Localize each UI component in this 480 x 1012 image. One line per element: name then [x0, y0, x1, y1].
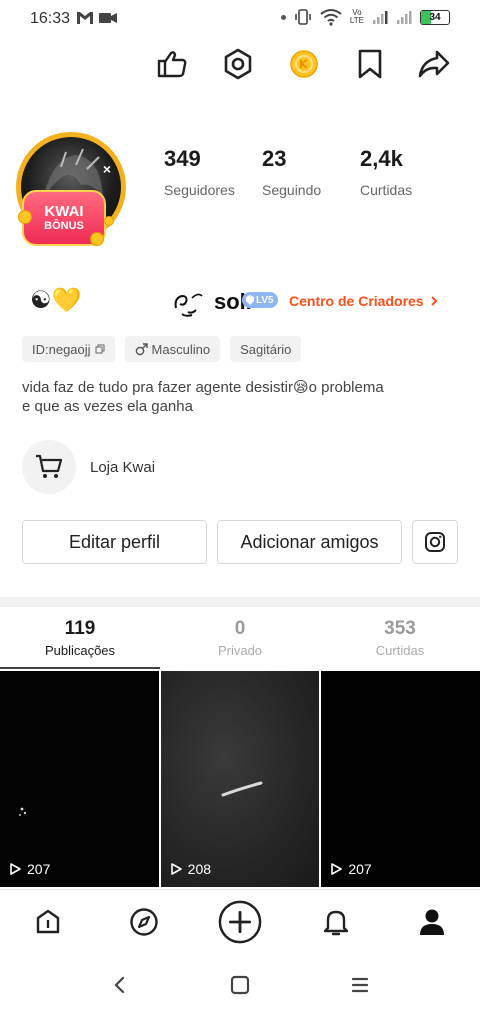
view-count: 207 [329, 861, 372, 877]
thumbnail-content [221, 781, 263, 797]
video-grid: 207 208 207 [0, 671, 480, 887]
profile-bio: vida faz de tudo pra fazer agente desist… [22, 379, 384, 415]
creators-center-link[interactable]: Centro de Criadores [289, 293, 438, 309]
settings-hexagon-icon[interactable] [220, 46, 256, 82]
play-icon [10, 863, 21, 875]
instagram-icon [425, 532, 445, 552]
menu-icon[interactable] [344, 969, 376, 1001]
shop-label: Loja Kwai [90, 458, 156, 476]
vibrate-icon [295, 9, 311, 25]
play-icon [331, 863, 343, 875]
thumbs-up-icon[interactable] [154, 46, 190, 82]
profile-tags: ID:negaojj Masculino Sagitário [22, 336, 302, 362]
play-icon [170, 863, 182, 875]
instagram-button[interactable] [412, 520, 458, 564]
cart-icon [36, 454, 63, 478]
battery-level: 34 [429, 11, 441, 23]
coin-icon [18, 210, 32, 224]
thumbnail-content [19, 807, 27, 816]
volte-icon: Vo LTE [349, 8, 364, 25]
home-icon[interactable] [26, 900, 70, 944]
profile-stats: 349 Seguidores 23 Seguindo 2,4k Curtidas [164, 146, 458, 198]
create-plus-icon[interactable] [218, 900, 262, 944]
status-time: 16:33 [30, 10, 71, 27]
profile-action-bar [150, 46, 460, 82]
chevron-right-icon [430, 296, 438, 306]
profile-name-row: ☯💛 soli LV5 Centro de Criadores [22, 284, 462, 318]
video-thumbnail[interactable]: 208 [160, 671, 320, 887]
content-tabs: 119 Publicações 0 Privado 353 Curtidas [0, 617, 480, 669]
coin-icon [90, 232, 104, 246]
coin-icon [104, 216, 114, 226]
level-badge[interactable]: LV5 [242, 292, 278, 308]
section-divider [0, 597, 480, 607]
video-thumbnail[interactable]: 207 [0, 671, 159, 887]
close-icon[interactable]: × [103, 161, 111, 177]
gmail-icon [77, 12, 93, 24]
stat-likes[interactable]: 2,4k Curtidas [360, 146, 458, 198]
kwai-shop-entry[interactable]: Loja Kwai [22, 440, 155, 494]
male-icon [135, 342, 148, 355]
system-navigation [0, 955, 480, 1012]
edit-profile-button[interactable]: Editar perfil [22, 520, 207, 564]
view-count: 208 [169, 861, 211, 877]
signal-icon [397, 11, 412, 24]
stat-followers[interactable]: 349 Seguidores [164, 146, 262, 198]
avatar[interactable]: × KWAI BÔNUS [16, 132, 128, 248]
battery-icon: 34 [420, 9, 450, 25]
status-bar: 16:33 Vo LTE 34 [0, 0, 480, 38]
add-friends-button[interactable]: Adicionar amigos [217, 520, 402, 564]
coin-icon[interactable] [286, 46, 322, 82]
tab-liked[interactable]: 353 Curtidas [320, 617, 480, 669]
home-square-icon[interactable] [224, 969, 256, 1001]
share-icon[interactable] [416, 46, 452, 82]
discover-icon[interactable] [122, 900, 166, 944]
shop-button[interactable] [22, 440, 76, 494]
tab-private[interactable]: 0 Privado [160, 617, 320, 669]
signal-icon [373, 11, 388, 24]
video-icon [99, 13, 117, 23]
tag-sign: Sagitário [230, 336, 302, 362]
bottom-navigation [0, 889, 480, 953]
wifi-icon [320, 9, 342, 26]
tag-gender: Masculino [124, 336, 221, 362]
video-thumbnail[interactable]: 207 [321, 671, 480, 887]
shield-icon [246, 295, 254, 305]
stat-following[interactable]: 23 Seguindo [262, 146, 360, 198]
profile-buttons: Editar perfil Adicionar amigos [22, 520, 458, 564]
profile-name: ☯💛 [30, 287, 82, 314]
tab-active-indicator [0, 667, 160, 669]
bookmark-icon[interactable] [352, 46, 388, 82]
copy-icon[interactable] [95, 344, 105, 354]
tag-id[interactable]: ID:negaojj [22, 336, 115, 362]
tab-publications[interactable]: 119 Publicações [0, 617, 160, 669]
dot-icon [280, 14, 286, 20]
profile-icon[interactable] [410, 900, 454, 944]
back-icon[interactable] [104, 969, 136, 1001]
notifications-bell-icon[interactable] [314, 900, 358, 944]
view-count: 207 [8, 861, 50, 877]
